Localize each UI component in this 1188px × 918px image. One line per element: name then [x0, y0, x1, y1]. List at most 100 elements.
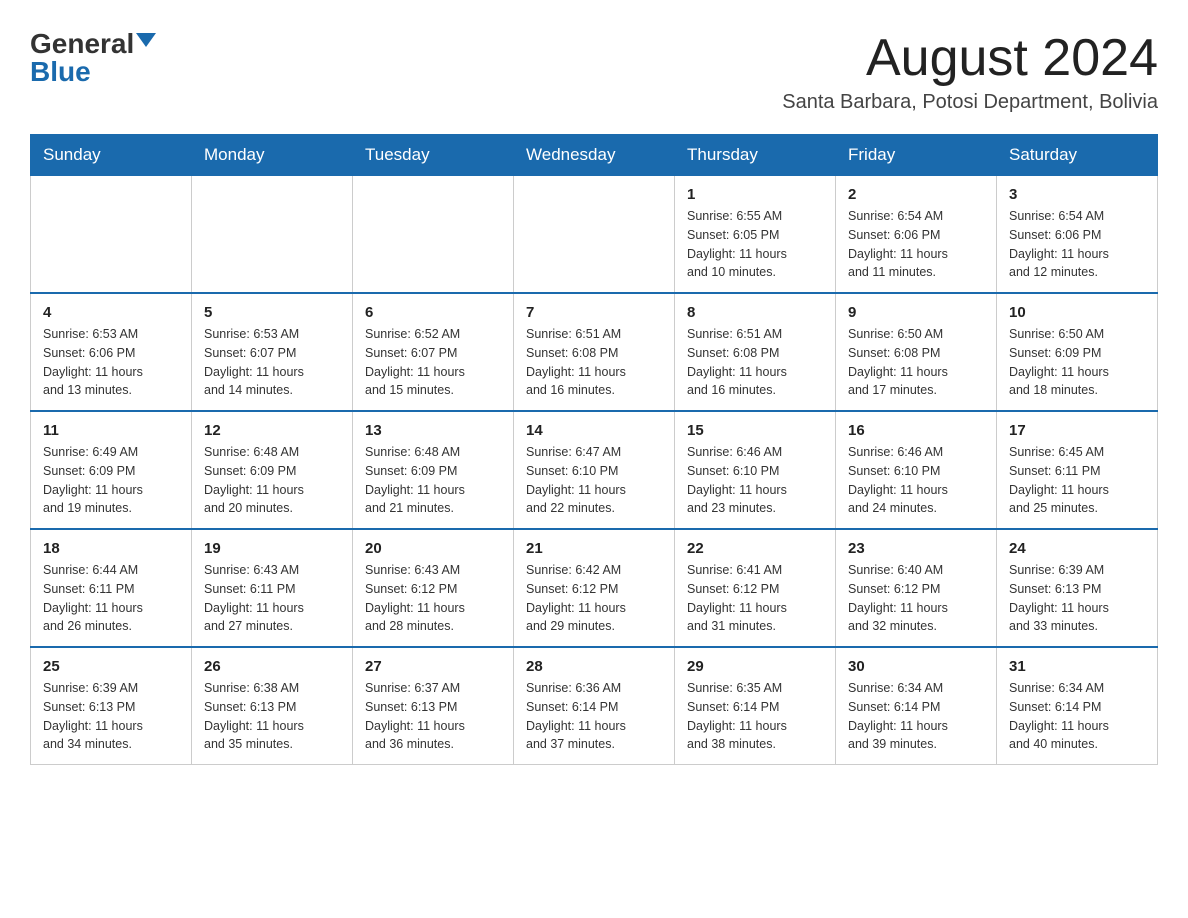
- day-number: 28: [526, 658, 662, 675]
- day-number: 19: [204, 540, 340, 557]
- day-info: Sunrise: 6:38 AM Sunset: 6:13 PM Dayligh…: [204, 679, 340, 754]
- calendar-cell: 23 Sunrise: 6:40 AM Sunset: 6:12 PM Dayli…: [836, 529, 997, 647]
- day-number: 17: [1009, 422, 1145, 439]
- day-info: Sunrise: 6:35 AM Sunset: 6:14 PM Dayligh…: [687, 679, 823, 754]
- day-number: 24: [1009, 540, 1145, 557]
- calendar-cell: 18 Sunrise: 6:44 AM Sunset: 6:11 PM Dayli…: [31, 529, 192, 647]
- day-info: Sunrise: 6:51 AM Sunset: 6:08 PM Dayligh…: [687, 325, 823, 400]
- col-header-saturday: Saturday: [997, 135, 1158, 176]
- logo-general-text: General: [30, 30, 134, 58]
- day-info: Sunrise: 6:50 AM Sunset: 6:08 PM Dayligh…: [848, 325, 984, 400]
- day-number: 16: [848, 422, 984, 439]
- day-info: Sunrise: 6:47 AM Sunset: 6:10 PM Dayligh…: [526, 443, 662, 518]
- day-info: Sunrise: 6:46 AM Sunset: 6:10 PM Dayligh…: [848, 443, 984, 518]
- day-info: Sunrise: 6:54 AM Sunset: 6:06 PM Dayligh…: [848, 207, 984, 282]
- calendar-cell: 11Sunrise: 6:49 AM Sunset: 6:09 PM Dayli…: [31, 411, 192, 529]
- calendar-cell: 12 Sunrise: 6:48 AM Sunset: 6:09 PM Dayli…: [192, 411, 353, 529]
- day-number: 13: [365, 422, 501, 439]
- day-info: Sunrise: 6:41 AM Sunset: 6:12 PM Dayligh…: [687, 561, 823, 636]
- day-info: Sunrise: 6:48 AM Sunset: 6:09 PM Dayligh…: [365, 443, 501, 518]
- day-info: Sunrise: 6:44 AM Sunset: 6:11 PM Dayligh…: [43, 561, 179, 636]
- calendar-cell: 17 Sunrise: 6:45 AM Sunset: 6:11 PM Dayli…: [997, 411, 1158, 529]
- day-number: 23: [848, 540, 984, 557]
- calendar-cell: 25 Sunrise: 6:39 AM Sunset: 6:13 PM Dayli…: [31, 647, 192, 765]
- title-block: August 2024 Santa Barbara, Potosi Depart…: [782, 30, 1158, 114]
- day-number: 29: [687, 658, 823, 675]
- day-info: Sunrise: 6:53 AM Sunset: 6:07 PM Dayligh…: [204, 325, 340, 400]
- day-number: 15: [687, 422, 823, 439]
- calendar-cell: 2 Sunrise: 6:54 AM Sunset: 6:06 PM Daylig…: [836, 176, 997, 294]
- day-info: Sunrise: 6:43 AM Sunset: 6:12 PM Dayligh…: [365, 561, 501, 636]
- calendar-cell: 30 Sunrise: 6:34 AM Sunset: 6:14 PM Dayli…: [836, 647, 997, 765]
- calendar-cell: [353, 176, 514, 294]
- col-header-wednesday: Wednesday: [514, 135, 675, 176]
- day-number: 3: [1009, 186, 1145, 203]
- day-info: Sunrise: 6:40 AM Sunset: 6:12 PM Dayligh…: [848, 561, 984, 636]
- day-number: 7: [526, 304, 662, 321]
- day-number: 8: [687, 304, 823, 321]
- calendar-cell: 19Sunrise: 6:43 AM Sunset: 6:11 PM Dayli…: [192, 529, 353, 647]
- day-number: 12: [204, 422, 340, 439]
- calendar-cell: 31 Sunrise: 6:34 AM Sunset: 6:14 PM Dayli…: [997, 647, 1158, 765]
- day-info: Sunrise: 6:39 AM Sunset: 6:13 PM Dayligh…: [43, 679, 179, 754]
- calendar-cell: 9 Sunrise: 6:50 AM Sunset: 6:08 PM Daylig…: [836, 293, 997, 411]
- calendar-cell: 3Sunrise: 6:54 AM Sunset: 6:06 PM Daylig…: [997, 176, 1158, 294]
- calendar-cell: 20 Sunrise: 6:43 AM Sunset: 6:12 PM Dayli…: [353, 529, 514, 647]
- location-title: Santa Barbara, Potosi Department, Bolivi…: [782, 91, 1158, 114]
- day-info: Sunrise: 6:46 AM Sunset: 6:10 PM Dayligh…: [687, 443, 823, 518]
- calendar-cell: 28 Sunrise: 6:36 AM Sunset: 6:14 PM Dayli…: [514, 647, 675, 765]
- logo: General Blue: [30, 30, 156, 86]
- calendar-cell: 22 Sunrise: 6:41 AM Sunset: 6:12 PM Dayli…: [675, 529, 836, 647]
- calendar-cell: 26Sunrise: 6:38 AM Sunset: 6:13 PM Dayli…: [192, 647, 353, 765]
- calendar-cell: 13 Sunrise: 6:48 AM Sunset: 6:09 PM Dayli…: [353, 411, 514, 529]
- calendar-cell: 8 Sunrise: 6:51 AM Sunset: 6:08 PM Daylig…: [675, 293, 836, 411]
- day-info: Sunrise: 6:39 AM Sunset: 6:13 PM Dayligh…: [1009, 561, 1145, 636]
- day-number: 30: [848, 658, 984, 675]
- calendar-cell: 27 Sunrise: 6:37 AM Sunset: 6:13 PM Dayli…: [353, 647, 514, 765]
- day-number: 9: [848, 304, 984, 321]
- day-info: Sunrise: 6:48 AM Sunset: 6:09 PM Dayligh…: [204, 443, 340, 518]
- calendar-cell: [31, 176, 192, 294]
- calendar-week-row: 4Sunrise: 6:53 AM Sunset: 6:06 PM Daylig…: [31, 293, 1158, 411]
- col-header-friday: Friday: [836, 135, 997, 176]
- day-info: Sunrise: 6:36 AM Sunset: 6:14 PM Dayligh…: [526, 679, 662, 754]
- day-info: Sunrise: 6:45 AM Sunset: 6:11 PM Dayligh…: [1009, 443, 1145, 518]
- col-header-sunday: Sunday: [31, 135, 192, 176]
- calendar-cell: 1Sunrise: 6:55 AM Sunset: 6:05 PM Daylig…: [675, 176, 836, 294]
- calendar-week-row: 11Sunrise: 6:49 AM Sunset: 6:09 PM Dayli…: [31, 411, 1158, 529]
- day-info: Sunrise: 6:50 AM Sunset: 6:09 PM Dayligh…: [1009, 325, 1145, 400]
- calendar-cell: 24 Sunrise: 6:39 AM Sunset: 6:13 PM Dayli…: [997, 529, 1158, 647]
- day-number: 31: [1009, 658, 1145, 675]
- calendar-cell: 15 Sunrise: 6:46 AM Sunset: 6:10 PM Dayli…: [675, 411, 836, 529]
- calendar-cell: 14Sunrise: 6:47 AM Sunset: 6:10 PM Dayli…: [514, 411, 675, 529]
- calendar-cell: [192, 176, 353, 294]
- day-info: Sunrise: 6:42 AM Sunset: 6:12 PM Dayligh…: [526, 561, 662, 636]
- month-year-title: August 2024: [782, 30, 1158, 87]
- calendar-week-row: 25 Sunrise: 6:39 AM Sunset: 6:13 PM Dayli…: [31, 647, 1158, 765]
- day-info: Sunrise: 6:34 AM Sunset: 6:14 PM Dayligh…: [848, 679, 984, 754]
- calendar-cell: 7Sunrise: 6:51 AM Sunset: 6:08 PM Daylig…: [514, 293, 675, 411]
- calendar-cell: 5 Sunrise: 6:53 AM Sunset: 6:07 PM Daylig…: [192, 293, 353, 411]
- calendar-cell: [514, 176, 675, 294]
- calendar-cell: 16 Sunrise: 6:46 AM Sunset: 6:10 PM Dayli…: [836, 411, 997, 529]
- day-number: 21: [526, 540, 662, 557]
- day-info: Sunrise: 6:52 AM Sunset: 6:07 PM Dayligh…: [365, 325, 501, 400]
- day-number: 20: [365, 540, 501, 557]
- day-number: 10: [1009, 304, 1145, 321]
- day-info: Sunrise: 6:55 AM Sunset: 6:05 PM Dayligh…: [687, 207, 823, 282]
- logo-triangle-icon: [136, 33, 156, 47]
- day-number: 27: [365, 658, 501, 675]
- day-info: Sunrise: 6:37 AM Sunset: 6:13 PM Dayligh…: [365, 679, 501, 754]
- day-info: Sunrise: 6:34 AM Sunset: 6:14 PM Dayligh…: [1009, 679, 1145, 754]
- col-header-tuesday: Tuesday: [353, 135, 514, 176]
- day-number: 25: [43, 658, 179, 675]
- calendar-cell: 4Sunrise: 6:53 AM Sunset: 6:06 PM Daylig…: [31, 293, 192, 411]
- day-number: 6: [365, 304, 501, 321]
- calendar-table: SundayMondayTuesdayWednesdayThursdayFrid…: [30, 134, 1158, 765]
- day-number: 18: [43, 540, 179, 557]
- day-number: 22: [687, 540, 823, 557]
- day-info: Sunrise: 6:49 AM Sunset: 6:09 PM Dayligh…: [43, 443, 179, 518]
- day-info: Sunrise: 6:53 AM Sunset: 6:06 PM Dayligh…: [43, 325, 179, 400]
- day-number: 2: [848, 186, 984, 203]
- day-number: 5: [204, 304, 340, 321]
